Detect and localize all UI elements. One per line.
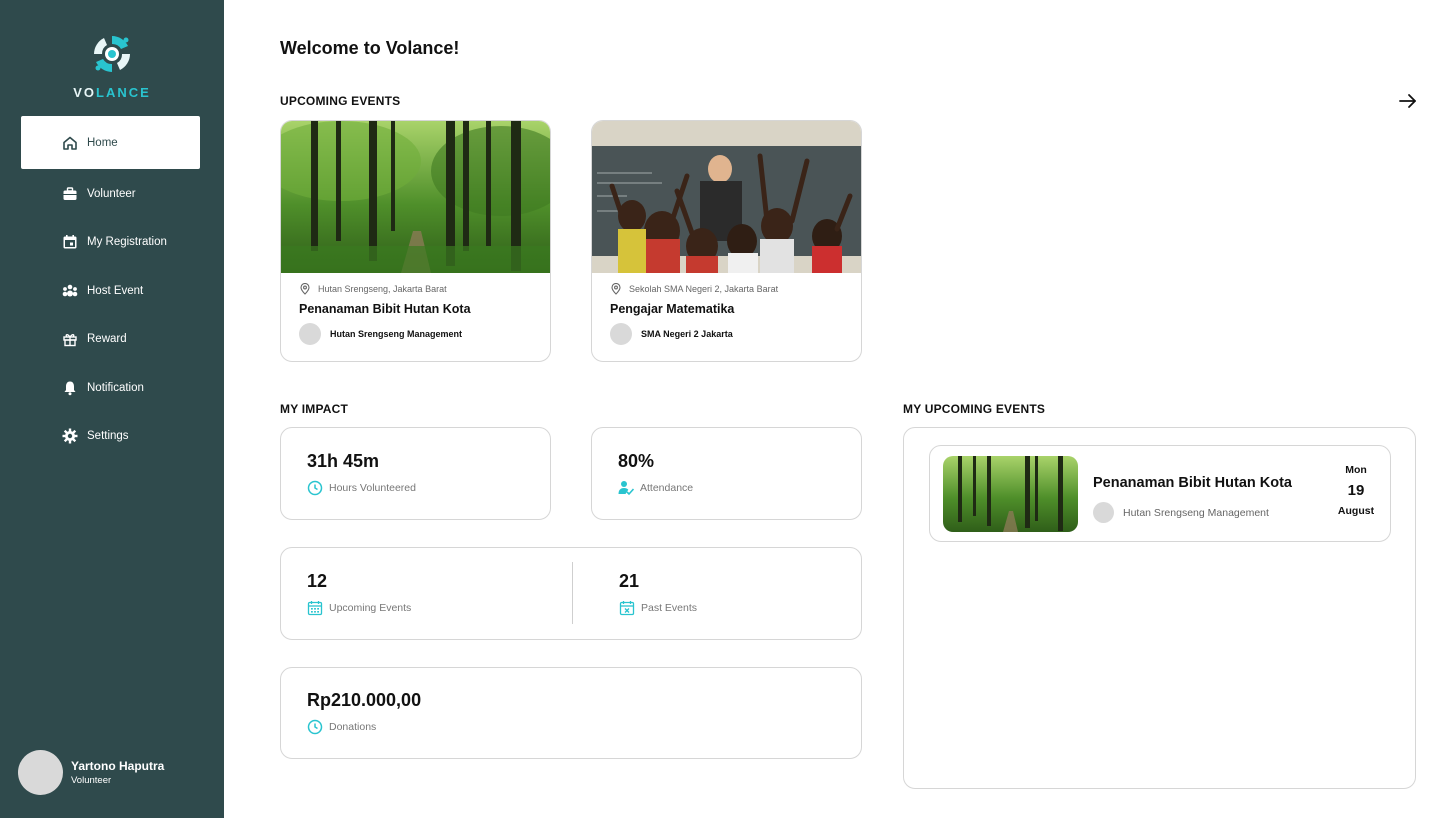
event-image-classroom (592, 121, 861, 273)
event-card[interactable]: Sekolah SMA Negeri 2, Jakarta Barat Peng… (591, 120, 862, 362)
logo-letter-v: V (73, 85, 84, 100)
user-check-icon (618, 481, 634, 496)
event-location: Hutan Srengseng, Jakarta Barat (299, 283, 532, 295)
organizer-avatar (299, 323, 321, 345)
briefcase-icon (61, 185, 79, 203)
sidebar-item-notification[interactable]: Notification (21, 364, 200, 412)
donations-label: Donations (307, 719, 376, 735)
stat-label-text: Upcoming Events (329, 602, 412, 614)
hours-volunteered-value: 31h 45m (307, 451, 380, 471)
sidebar-item-my-registration[interactable]: My Registration (21, 218, 200, 266)
event-location-text: Hutan Srengseng, Jakarta Barat (318, 284, 447, 294)
upcoming-events-value: 12 (307, 571, 328, 591)
location-pin-icon (611, 283, 621, 295)
my-upcoming-event-item[interactable]: Penanaman Bibit Hutan Kota Hutan Srengse… (929, 445, 1391, 542)
volance-logo[interactable]: VOLANCE (70, 32, 154, 100)
sidebar-item-label: My Registration (87, 236, 167, 248)
logo-letter-o: O (83, 85, 96, 100)
sidebar-item-home[interactable]: Home (21, 116, 200, 169)
avatar (18, 750, 63, 795)
arrow-right-icon[interactable] (1398, 92, 1418, 110)
my-event-title: Penanaman Bibit Hutan Kota (1093, 475, 1292, 491)
bell-icon (61, 379, 79, 397)
gear-icon (61, 427, 79, 445)
attendance-value: 80% (618, 451, 655, 471)
user-name: Yartono Haputra (71, 759, 165, 773)
donations-value: Rp210.000,00 (307, 690, 422, 710)
event-date-number: 19 (1347, 482, 1365, 499)
calendar-grid-icon (307, 601, 323, 616)
sidebar-nav: Home Volunteer My Registration Host Even… (21, 116, 200, 461)
page-title: Welcome to Volance! (280, 38, 460, 58)
stat-label-text: Attendance (640, 482, 694, 494)
sidebar-item-label: Reward (87, 333, 127, 345)
organizer-avatar (1093, 502, 1114, 523)
sidebar-item-reward[interactable]: Reward (21, 315, 200, 363)
event-thumbnail-forest (943, 456, 1078, 532)
event-card[interactable]: Hutan Srengseng, Jakarta Barat Penanaman… (280, 120, 551, 362)
attendance-label: Attendance (618, 480, 693, 496)
past-events-value: 21 (619, 571, 640, 591)
sidebar-item-label: Host Event (87, 284, 144, 297)
upcoming-events-label: Upcoming Events (307, 600, 411, 616)
event-date: Mon 19 August (1334, 464, 1378, 517)
my-event-organizer-name: Hutan Srengseng Management (1123, 506, 1269, 519)
stat-label-text: Donations (329, 721, 377, 733)
event-organizer: Hutan Srengseng Management (299, 323, 532, 345)
events-count-card: 12 Upcoming Events 21 Past Events (280, 547, 862, 640)
event-organizer: SMA Negeri 2 Jakarta (610, 323, 843, 345)
sidebar-item-label: Settings (87, 430, 129, 442)
location-pin-icon (300, 283, 310, 295)
event-location: Sekolah SMA Negeri 2, Jakarta Barat (610, 283, 843, 295)
group-icon (61, 282, 79, 300)
sidebar-item-settings[interactable]: Settings (21, 412, 200, 460)
event-image-forest (281, 121, 550, 273)
volance-logo-icon (94, 36, 130, 72)
organizer-avatar (610, 323, 632, 345)
sidebar-item-label: Notification (87, 381, 144, 394)
divider (572, 562, 573, 624)
sidebar-item-volunteer[interactable]: Volunteer (21, 170, 200, 218)
attendance-card: 80% Attendance (591, 427, 862, 520)
donations-card: Rp210.000,00 Donations (280, 667, 862, 759)
event-title: Penanaman Bibit Hutan Kota (299, 302, 471, 316)
clock-icon (307, 480, 323, 496)
gift-icon (61, 330, 79, 348)
my-upcoming-events-panel: Penanaman Bibit Hutan Kota Hutan Srengse… (903, 427, 1416, 789)
stat-label-text: Past Events (641, 602, 698, 614)
event-organizer-name: Hutan Srengseng Management (330, 329, 463, 339)
calendar-icon (61, 233, 79, 251)
user-profile[interactable]: Yartono Haputra Volunteer (18, 750, 164, 795)
past-events-label: Past Events (619, 600, 697, 616)
my-event-organizer: Hutan Srengseng Management (1093, 502, 1269, 523)
event-day: Mon (1345, 464, 1367, 476)
logo-letters-rest: LANCE (96, 85, 151, 100)
upcoming-events-heading: UPCOMING EVENTS (280, 94, 401, 108)
calendar-x-icon (619, 601, 635, 616)
event-location-text: Sekolah SMA Negeri 2, Jakarta Barat (629, 284, 779, 294)
my-upcoming-events-heading: MY UPCOMING EVENTS (903, 402, 1046, 416)
home-icon (61, 134, 79, 152)
user-role: Volunteer (71, 775, 112, 786)
hours-volunteered-label: Hours Volunteered (307, 480, 416, 496)
sidebar-item-label: Home (87, 136, 118, 149)
event-month: August (1337, 505, 1375, 517)
logo-text: VOLANCE (70, 85, 154, 100)
event-title: Pengajar Matematika (610, 302, 735, 316)
stat-label-text: Hours Volunteered (329, 482, 416, 494)
hours-volunteered-card: 31h 45m Hours Volunteered (280, 427, 551, 520)
sidebar: VOLANCE Home Volunteer My Registration H… (0, 0, 224, 818)
sidebar-item-label: Volunteer (87, 187, 136, 200)
clock-icon (307, 719, 323, 735)
my-impact-heading: MY IMPACT (280, 402, 349, 416)
sidebar-item-host-event[interactable]: Host Event (21, 267, 200, 315)
event-organizer-name: SMA Negeri 2 Jakarta (641, 329, 733, 339)
